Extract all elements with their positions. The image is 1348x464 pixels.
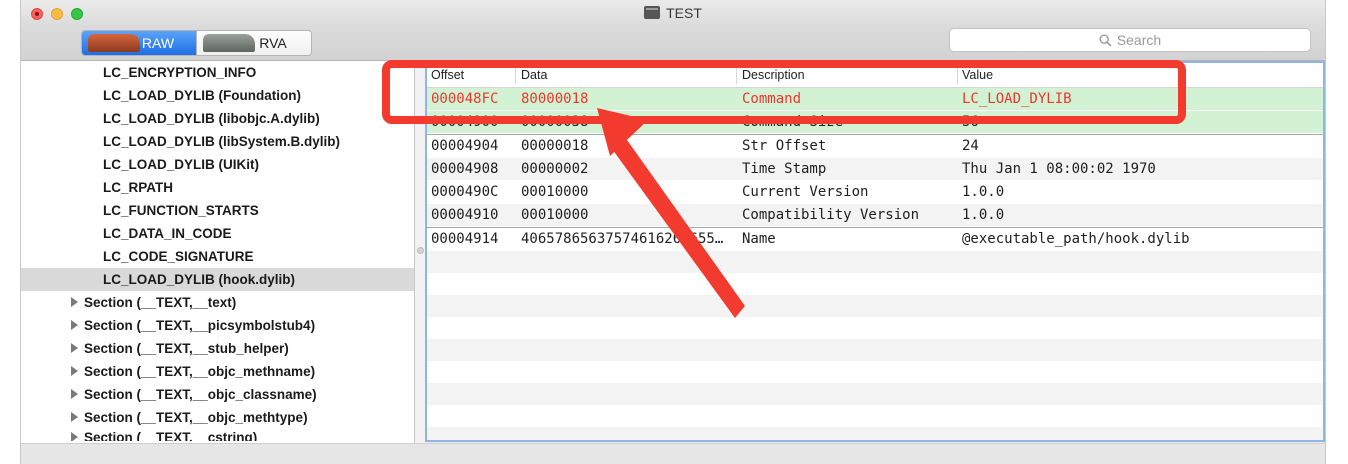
- divider-handle-icon[interactable]: [417, 247, 424, 254]
- tree-item-label: Section (__TEXT,__objc_methname): [84, 364, 316, 379]
- tree-item-section[interactable]: Section (__TEXT,__picsymbolstub4): [21, 314, 414, 337]
- disclosure-triangle-icon[interactable]: [71, 412, 78, 422]
- cell-data: 4065786563757461626C655…: [521, 231, 724, 247]
- empty-row: [427, 383, 1323, 405]
- tree-item-label: LC_DATA_IN_CODE: [103, 226, 232, 241]
- cell-offset: 00004908: [431, 161, 499, 177]
- tree-item-label: LC_LOAD_DYLIB (Foundation): [103, 88, 301, 103]
- disclosure-triangle-icon[interactable]: [71, 432, 78, 441]
- cell-description: Time Stamp: [742, 161, 827, 177]
- disclosure-triangle-icon[interactable]: [71, 389, 78, 399]
- rva-mode-icon: [203, 34, 255, 52]
- status-bar: [21, 443, 1325, 464]
- cell-offset: 00004914: [431, 231, 499, 247]
- raw-mode-button[interactable]: RAW: [82, 31, 196, 55]
- cell-data: 00010000: [521, 184, 589, 200]
- cell-offset: 0000490C: [431, 184, 499, 200]
- empty-row: [427, 339, 1323, 361]
- tree-item-section[interactable]: Section (__TEXT,__stub_helper): [21, 337, 414, 360]
- tree-item-label: Section (__TEXT,__picsymbolstub4): [84, 318, 316, 333]
- tree-item-load-command[interactable]: LC_LOAD_DYLIB (libobjc.A.dylib): [21, 107, 414, 130]
- table-row[interactable]: 00004910 00010000 Compatibility Version …: [427, 204, 1323, 227]
- document-icon: [644, 6, 661, 19]
- tree-item-label: Section (__TEXT,__text): [84, 295, 237, 310]
- load-command-tree: LC_ENCRYPTION_INFO LC_LOAD_DYLIB (Founda…: [21, 61, 415, 443]
- tree-item-label: LC_LOAD_DYLIB (libSystem.B.dylib): [103, 134, 341, 149]
- empty-row: [427, 405, 1323, 427]
- empty-row: [427, 251, 1323, 273]
- cell-value: 24: [962, 138, 979, 154]
- rva-mode-button[interactable]: RVA: [196, 31, 311, 55]
- empty-row: [427, 427, 1323, 440]
- tree-item-label: LC_FUNCTION_STARTS: [103, 203, 259, 218]
- raw-mode-icon: [88, 34, 140, 52]
- cell-value: Thu Jan 1 08:00:02 1970: [962, 161, 1156, 177]
- tree-item-label: LC_LOAD_DYLIB (hook.dylib): [103, 272, 295, 287]
- table-row[interactable]: 00004904 00000018 Str Offset 24: [427, 134, 1323, 158]
- cell-data: 00000018: [521, 138, 589, 154]
- empty-row: [427, 295, 1323, 317]
- disclosure-triangle-icon[interactable]: [71, 297, 78, 307]
- search-field[interactable]: Search: [949, 28, 1311, 52]
- tree-item-label: Section (__TEXT,__objc_classname): [84, 387, 317, 402]
- cell-value: 1.0.0: [962, 184, 1005, 200]
- cell-offset: 00004904: [431, 138, 499, 154]
- empty-row: [427, 317, 1323, 339]
- title-bar: TEST: [21, 0, 1325, 28]
- table-row[interactable]: 00004908 00000002 Time Stamp Thu Jan 1 0…: [427, 158, 1323, 181]
- cell-offset: 00004910: [431, 207, 499, 223]
- table-row[interactable]: 0000490C 00010000 Current Version 1.0.0: [427, 181, 1323, 204]
- tree-item-load-command[interactable]: LC_CODE_SIGNATURE: [21, 245, 414, 268]
- tree-item-label: Section (__TEXT,__stub_helper): [84, 341, 289, 356]
- tree-item-section[interactable]: Section (__TEXT,__objc_methname): [21, 360, 414, 383]
- search-placeholder: Search: [1116, 32, 1162, 48]
- tree-item-label: LC_LOAD_DYLIB (libobjc.A.dylib): [103, 111, 320, 126]
- window-title-area: TEST: [21, 5, 1325, 21]
- disclosure-triangle-icon[interactable]: [71, 320, 78, 330]
- disclosure-triangle-icon[interactable]: [71, 343, 78, 353]
- disclosure-triangle-icon[interactable]: [71, 366, 78, 376]
- tree-item-selected[interactable]: LC_LOAD_DYLIB (hook.dylib): [21, 268, 414, 291]
- tree-item-load-command[interactable]: LC_DATA_IN_CODE: [21, 222, 414, 245]
- tree-item-section[interactable]: Section (__TEXT,__cstring): [21, 429, 414, 441]
- cell-data: 00010000: [521, 207, 589, 223]
- tree-item-label: LC_RPATH: [103, 180, 173, 195]
- tree-item-load-command[interactable]: LC_ENCRYPTION_INFO: [21, 61, 414, 84]
- empty-row: [427, 273, 1323, 295]
- address-mode-segmented-control: RAW RVA: [81, 30, 312, 56]
- search-icon: [1099, 33, 1112, 47]
- toolbar: RAW RVA Search: [21, 28, 1325, 61]
- rva-mode-label: RVA: [259, 35, 287, 51]
- cell-data: 00000002: [521, 161, 589, 177]
- tree-item-load-command[interactable]: LC_LOAD_DYLIB (UIKit): [21, 153, 414, 176]
- cell-description: Str Offset: [742, 138, 827, 154]
- table-body: 000048FC 80000018 Command LC_LOAD_DYLIB …: [427, 88, 1323, 440]
- tree-item-load-command[interactable]: LC_LOAD_DYLIB (libSystem.B.dylib): [21, 130, 414, 153]
- tree-item-load-command[interactable]: LC_FUNCTION_STARTS: [21, 199, 414, 222]
- annotation-highlight-box: [382, 60, 1186, 124]
- tree-item-label: LC_LOAD_DYLIB (UIKit): [103, 157, 259, 172]
- raw-mode-label: RAW: [141, 35, 175, 51]
- tree-item-section[interactable]: Section (__TEXT,__objc_methtype): [21, 406, 414, 429]
- tree-item-load-command[interactable]: LC_LOAD_DYLIB (Foundation): [21, 84, 414, 107]
- tree-item-section[interactable]: Section (__TEXT,__text): [21, 291, 414, 314]
- cell-value: @executable_path/hook.dylib: [962, 231, 1190, 247]
- tree-item-load-command[interactable]: LC_RPATH: [21, 176, 414, 199]
- cell-description: Compatibility Version: [742, 207, 920, 223]
- tree-item-label: Section (__TEXT,__objc_methtype): [84, 410, 308, 425]
- window-title: TEST: [666, 5, 702, 21]
- cell-value: 1.0.0: [962, 207, 1005, 223]
- tree-item-label: LC_ENCRYPTION_INFO: [103, 65, 257, 80]
- cell-description: Name: [742, 231, 776, 247]
- tree-item-section[interactable]: Section (__TEXT,__objc_classname): [21, 383, 414, 406]
- tree-item-label: Section (__TEXT,__cstring): [84, 430, 258, 441]
- table-row[interactable]: 00004914 4065786563757461626C655… Name @…: [427, 227, 1323, 251]
- empty-row: [427, 361, 1323, 383]
- cell-description: Current Version: [742, 184, 869, 200]
- tree-item-label: LC_CODE_SIGNATURE: [103, 249, 254, 264]
